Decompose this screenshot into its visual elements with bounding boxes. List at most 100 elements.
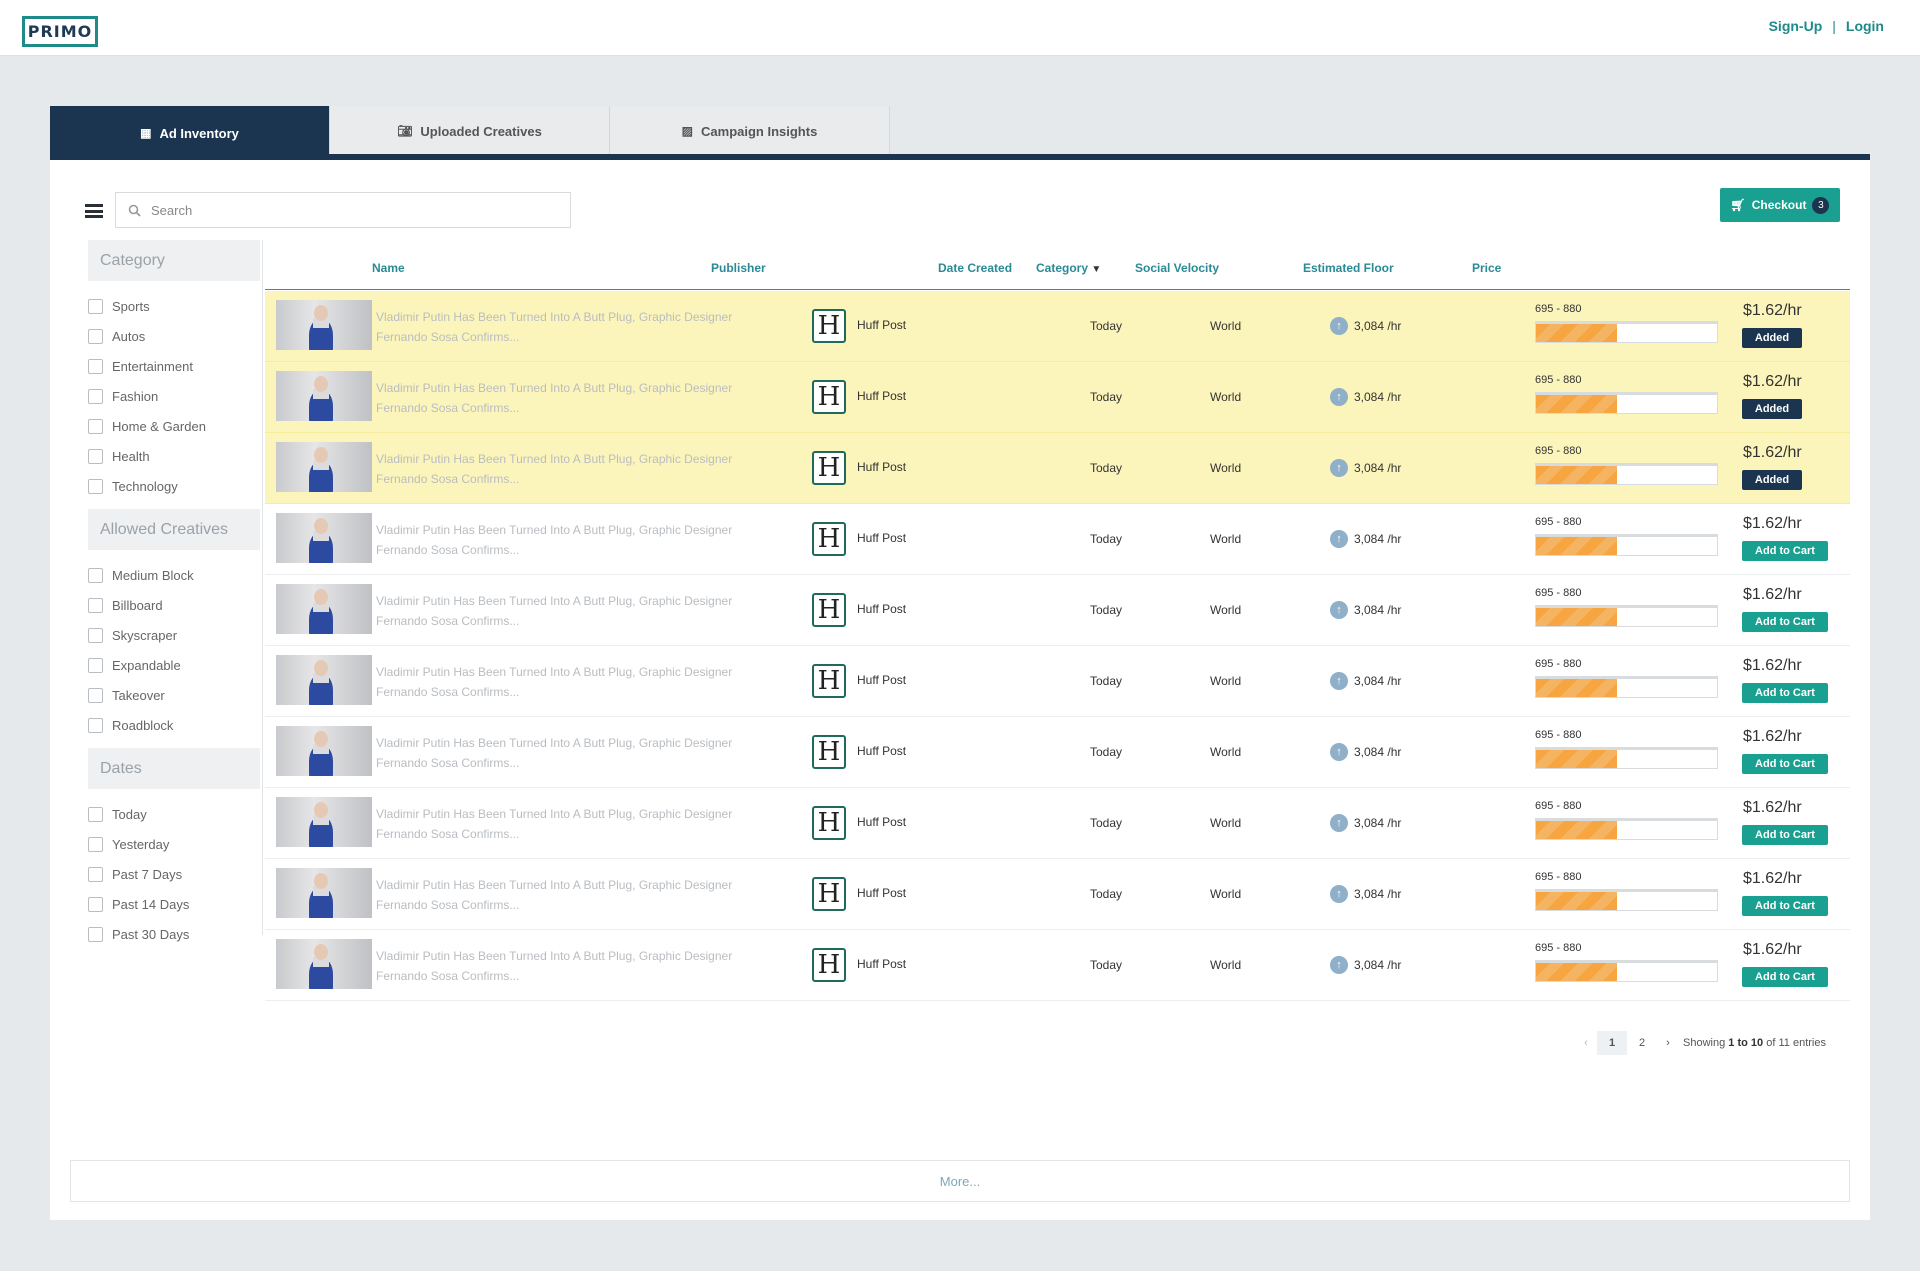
- table-row[interactable]: Vladimir Putin Has Been Turned Into A Bu…: [265, 646, 1850, 717]
- filter-checkbox[interactable]: [88, 657, 103, 673]
- filter-option[interactable]: Entertainment: [88, 351, 262, 381]
- col-date-created[interactable]: Date Created: [938, 261, 1012, 275]
- filter-option[interactable]: Expandable: [88, 650, 262, 680]
- filter-checkbox[interactable]: [88, 597, 103, 613]
- col-price[interactable]: Price: [1472, 261, 1501, 275]
- filter-option[interactable]: Skyscraper: [88, 620, 262, 650]
- filter-option-label: Medium Block: [112, 567, 194, 583]
- menu-toggle-icon[interactable]: [85, 204, 103, 218]
- add-to-cart-button[interactable]: Add to Cart: [1742, 825, 1828, 845]
- filter-checkbox[interactable]: [88, 687, 103, 703]
- search-input[interactable]: [151, 202, 551, 218]
- filter-checkbox[interactable]: [88, 478, 103, 494]
- tab-campaign-insights[interactable]: ▨ Campaign Insights: [610, 106, 890, 156]
- filter-checkbox[interactable]: [88, 717, 103, 733]
- filter-checkbox[interactable]: [88, 298, 103, 314]
- page-1-button[interactable]: 1: [1597, 1031, 1627, 1055]
- filter-checkbox[interactable]: [88, 627, 103, 643]
- add-to-cart-button[interactable]: Add to Cart: [1742, 754, 1828, 774]
- add-to-cart-button[interactable]: Add to Cart: [1742, 683, 1828, 703]
- col-estimated-floor[interactable]: Estimated Floor: [1303, 261, 1394, 275]
- added-button[interactable]: Added: [1742, 328, 1802, 348]
- article-thumbnail[interactable]: [276, 797, 372, 847]
- add-to-cart-button[interactable]: Add to Cart: [1742, 967, 1828, 987]
- article-name[interactable]: Vladimir Putin Has Been Turned Into A Bu…: [376, 946, 766, 986]
- table-row[interactable]: Vladimir Putin Has Been Turned Into A Bu…: [265, 788, 1850, 859]
- filter-checkbox[interactable]: [88, 926, 103, 942]
- primo-logo[interactable]: PRIMO: [22, 16, 98, 47]
- col-social-velocity[interactable]: Social Velocity: [1135, 261, 1219, 275]
- velocity-value: 3,084 /hr: [1354, 887, 1402, 901]
- table-row[interactable]: Vladimir Putin Has Been Turned Into A Bu…: [265, 717, 1850, 788]
- article-thumbnail[interactable]: [276, 939, 372, 989]
- table-row[interactable]: Vladimir Putin Has Been Turned Into A Bu…: [265, 433, 1850, 504]
- filter-checkbox[interactable]: [88, 836, 103, 852]
- checkout-button[interactable]: 🛒︎ Checkout 3: [1720, 188, 1840, 222]
- filter-option[interactable]: Billboard: [88, 590, 262, 620]
- article-thumbnail[interactable]: [276, 442, 372, 492]
- article-name[interactable]: Vladimir Putin Has Been Turned Into A Bu…: [376, 449, 766, 489]
- signup-link[interactable]: Sign-Up: [1769, 18, 1823, 34]
- filter-option[interactable]: Today: [88, 799, 262, 829]
- article-thumbnail[interactable]: [276, 371, 372, 421]
- tab-ad-inventory[interactable]: ▦ Ad Inventory: [50, 106, 330, 160]
- filter-checkbox[interactable]: [88, 806, 103, 822]
- article-name[interactable]: Vladimir Putin Has Been Turned Into A Bu…: [376, 378, 766, 418]
- article-thumbnail[interactable]: [276, 726, 372, 776]
- filter-option[interactable]: Yesterday: [88, 829, 262, 859]
- login-link[interactable]: Login: [1846, 18, 1884, 34]
- article-thumbnail[interactable]: [276, 584, 372, 634]
- filter-option[interactable]: Home & Garden: [88, 411, 262, 441]
- added-button[interactable]: Added: [1742, 399, 1802, 419]
- article-thumbnail[interactable]: [276, 868, 372, 918]
- tab-uploaded-creatives[interactable]: 📷︎ Uploaded Creatives: [330, 106, 610, 156]
- filter-option[interactable]: Autos: [88, 321, 262, 351]
- tab-label: Ad Inventory: [159, 125, 239, 141]
- more-button[interactable]: More...: [70, 1160, 1850, 1202]
- page-2-button[interactable]: 2: [1627, 1031, 1657, 1055]
- filter-option[interactable]: Past 30 Days: [88, 919, 262, 949]
- filter-option[interactable]: Sports: [88, 291, 262, 321]
- article-name[interactable]: Vladimir Putin Has Been Turned Into A Bu…: [376, 804, 766, 844]
- table-row[interactable]: Vladimir Putin Has Been Turned Into A Bu…: [265, 575, 1850, 646]
- table-row[interactable]: Vladimir Putin Has Been Turned Into A Bu…: [265, 859, 1850, 930]
- filter-checkbox[interactable]: [88, 896, 103, 912]
- table-row[interactable]: Vladimir Putin Has Been Turned Into A Bu…: [265, 362, 1850, 433]
- filter-checkbox[interactable]: [88, 448, 103, 464]
- filter-option[interactable]: Medium Block: [88, 560, 262, 590]
- filter-checkbox[interactable]: [88, 328, 103, 344]
- col-name[interactable]: Name: [372, 261, 405, 275]
- filter-option[interactable]: Past 7 Days: [88, 859, 262, 889]
- article-name[interactable]: Vladimir Putin Has Been Turned Into A Bu…: [376, 875, 766, 915]
- article-name[interactable]: Vladimir Putin Has Been Turned Into A Bu…: [376, 520, 766, 560]
- filter-option[interactable]: Technology: [88, 471, 262, 501]
- added-button[interactable]: Added: [1742, 470, 1802, 490]
- article-thumbnail[interactable]: [276, 300, 372, 350]
- filter-option[interactable]: Roadblock: [88, 710, 262, 740]
- filter-checkbox[interactable]: [88, 358, 103, 374]
- filter-option[interactable]: Health: [88, 441, 262, 471]
- filter-option[interactable]: Takeover: [88, 680, 262, 710]
- filter-checkbox[interactable]: [88, 866, 103, 882]
- article-name[interactable]: Vladimir Putin Has Been Turned Into A Bu…: [376, 307, 766, 347]
- article-name[interactable]: Vladimir Putin Has Been Turned Into A Bu…: [376, 733, 766, 773]
- col-category[interactable]: Category ▼: [1036, 261, 1101, 275]
- filter-checkbox[interactable]: [88, 418, 103, 434]
- table-row[interactable]: Vladimir Putin Has Been Turned Into A Bu…: [265, 504, 1850, 575]
- filter-option[interactable]: Fashion: [88, 381, 262, 411]
- next-page-button[interactable]: ›: [1657, 1037, 1679, 1049]
- table-row[interactable]: Vladimir Putin Has Been Turned Into A Bu…: [265, 930, 1850, 1001]
- add-to-cart-button[interactable]: Add to Cart: [1742, 896, 1828, 916]
- table-row[interactable]: Vladimir Putin Has Been Turned Into A Bu…: [265, 291, 1850, 362]
- prev-page-button[interactable]: ‹: [1575, 1037, 1597, 1049]
- add-to-cart-button[interactable]: Add to Cart: [1742, 612, 1828, 632]
- add-to-cart-button[interactable]: Add to Cart: [1742, 541, 1828, 561]
- article-name[interactable]: Vladimir Putin Has Been Turned Into A Bu…: [376, 662, 766, 702]
- article-thumbnail[interactable]: [276, 513, 372, 563]
- filter-checkbox[interactable]: [88, 388, 103, 404]
- col-publisher[interactable]: Publisher: [711, 261, 766, 275]
- article-name[interactable]: Vladimir Putin Has Been Turned Into A Bu…: [376, 591, 766, 631]
- article-thumbnail[interactable]: [276, 655, 372, 705]
- filter-checkbox[interactable]: [88, 567, 103, 583]
- filter-option[interactable]: Past 14 Days: [88, 889, 262, 919]
